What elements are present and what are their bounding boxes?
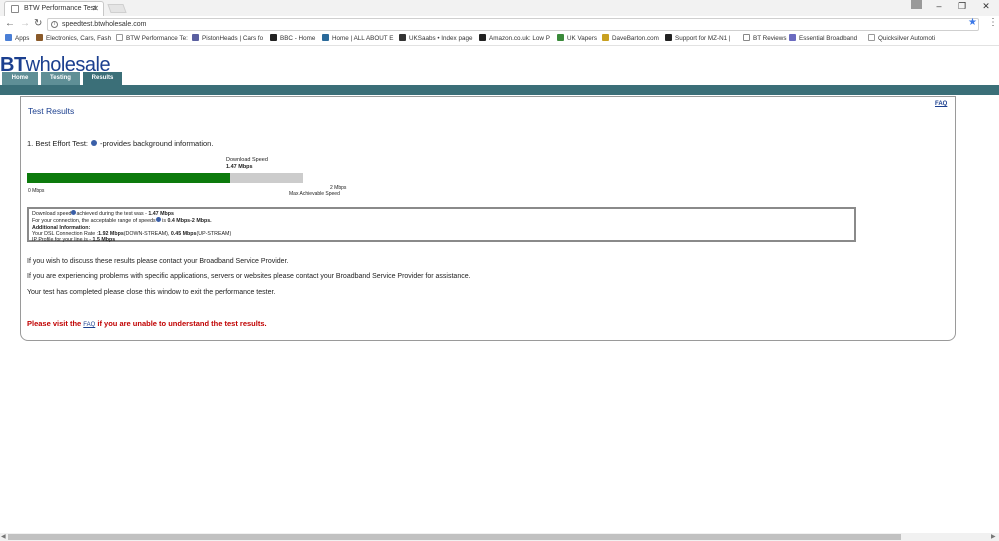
bookmark-quicksilver[interactable]: Quicksilver Automoti: [868, 34, 935, 42]
minimize-icon[interactable]: –: [932, 1, 946, 11]
back-icon[interactable]: ←: [5, 18, 15, 29]
menu-icon[interactable]: ⋮: [988, 17, 998, 28]
url-input[interactable]: i speedtest.btwholesale.com: [47, 18, 979, 31]
speed-bar: [27, 173, 303, 183]
amazon-icon: [479, 34, 486, 41]
essential-icon: [789, 34, 796, 41]
speed-bar-fill: [27, 173, 230, 183]
info-icon[interactable]: i: [51, 21, 58, 28]
bookmark-ukvapers[interactable]: UK Vapers: [557, 34, 597, 42]
bookmark-amazon[interactable]: Amazon.co.uk: Low P: [479, 34, 550, 42]
bookmarks-bar: Apps Electronics, Cars, Fash BTW Perform…: [0, 32, 999, 46]
allabout-icon: [322, 34, 329, 41]
url-text: speedtest.btwholesale.com: [62, 21, 147, 28]
page-icon: [868, 34, 875, 41]
best-effort-heading: 1. Best Effort Test: -provides background…: [27, 139, 214, 148]
nav-bar: [0, 85, 999, 95]
apps-grid-icon: [5, 34, 12, 41]
scroll-left-icon[interactable]: ◀: [1, 533, 6, 540]
info-box: Download speed achieved during the test w…: [27, 207, 856, 244]
faq-visit-notice: Please visit the FAQ if you are unable t…: [27, 319, 267, 328]
faq-inline-link[interactable]: FAQ: [83, 322, 95, 328]
user-icon[interactable]: [911, 0, 922, 9]
reload-icon[interactable]: ↻: [34, 18, 42, 29]
window-close-icon[interactable]: ✕: [979, 1, 993, 12]
page-icon: [116, 34, 123, 41]
bookmark-pistonheads[interactable]: PistonHeads | Cars fo: [192, 34, 263, 42]
speed-bar-max-label: Max Achievable Speed: [289, 191, 340, 197]
new-tab-button[interactable]: [107, 4, 127, 13]
horizontal-scrollbar[interactable]: ◀ ▶: [0, 533, 999, 541]
page-icon: [743, 34, 750, 41]
tab-title: BTW Performance Test: [24, 5, 97, 12]
davebarton-icon: [602, 34, 609, 41]
uksaabs-icon: [399, 34, 406, 41]
ebay-icon: [36, 34, 43, 41]
message-discuss: If you wish to discuss these results ple…: [27, 258, 289, 265]
bookmark-btw[interactable]: BTW Performance Te:: [116, 34, 188, 42]
forward-icon[interactable]: →: [20, 18, 30, 29]
message-problems: If you are experiencing problems with sp…: [27, 273, 471, 280]
bookmark-ebay[interactable]: Electronics, Cars, Fash: [36, 34, 111, 42]
info-line-download: Download speed achieved during the test w…: [32, 210, 174, 217]
bookmark-apps[interactable]: Apps: [5, 34, 29, 42]
bookmark-allabout[interactable]: Home | ALL ABOUT E: [322, 34, 393, 42]
tab-testing[interactable]: Testing: [41, 72, 80, 85]
browser-tab[interactable]: BTW Performance Test ✕: [4, 1, 104, 16]
message-completed: Your test has completed please close thi…: [27, 289, 276, 296]
bookmark-davebarton[interactable]: DaveBarton.com: [602, 34, 659, 42]
page-title: Test Results: [28, 106, 75, 116]
bookmark-essential[interactable]: Essential Broadband: [789, 34, 857, 42]
info-line-range: For your connection, the acceptable rang…: [32, 217, 212, 225]
bookmark-support[interactable]: Support for MZ-N1 |: [665, 34, 731, 42]
sony-icon: [665, 34, 672, 41]
browser-titlebar: BTW Performance Test ✕ – ❐ ✕: [0, 0, 999, 16]
tab-home[interactable]: Home: [2, 72, 38, 85]
info-line-ip-profile: IP Profile for your line is - 1.5 Mbps: [32, 237, 116, 244]
bookmark-btreviews[interactable]: BT Reviews: [743, 34, 786, 42]
close-tab-icon[interactable]: ✕: [92, 4, 99, 13]
download-speed-label: Download Speed: [226, 157, 268, 163]
bbc-icon: [270, 34, 277, 41]
ukvapers-icon: [557, 34, 564, 41]
bookmark-uksaabs[interactable]: UKSaabs • Index page: [399, 34, 472, 42]
speed-bar-min: 0 Mbps: [28, 188, 45, 194]
restore-icon[interactable]: ❐: [955, 1, 969, 12]
download-speed-value: 1.47 Mbps: [226, 164, 253, 170]
faq-link[interactable]: FAQ: [935, 101, 947, 107]
scroll-right-icon[interactable]: ▶: [991, 533, 996, 540]
help-icon[interactable]: [91, 140, 98, 146]
scrollbar-thumb[interactable]: [8, 534, 901, 540]
tab-results[interactable]: Results: [83, 72, 122, 85]
pistonheads-icon: [192, 34, 199, 41]
bookmark-star-icon[interactable]: ★: [968, 17, 977, 28]
bookmark-bbc[interactable]: BBC - Home: [270, 34, 315, 42]
address-row: ← → ↻ i speedtest.btwholesale.com ★ ⋮: [0, 16, 999, 32]
page-icon: [11, 5, 19, 13]
